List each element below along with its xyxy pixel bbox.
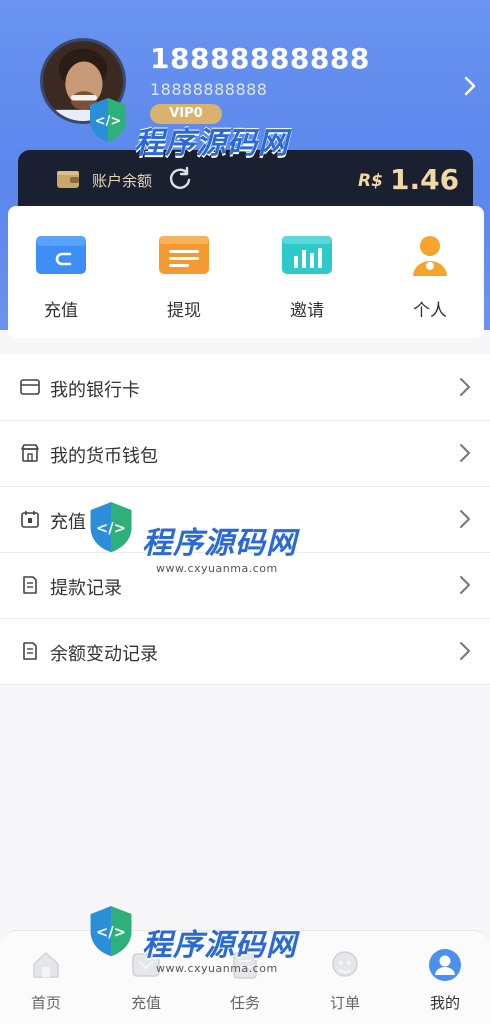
menu-item-currency-wallet[interactable]: 我的货币钱包	[0, 421, 490, 487]
withdraw-icon	[159, 236, 209, 274]
menu-item-recharge[interactable]: 充值	[0, 487, 490, 553]
wallet-icon	[57, 171, 79, 188]
quick-action-label: 个人	[413, 301, 447, 321]
avatar[interactable]	[40, 38, 126, 124]
settings-menu: 我的银行卡 我的货币钱包 充值 提款记录 余额变动记录	[0, 355, 490, 685]
invite-icon	[282, 236, 332, 274]
quick-action-label: 充值	[44, 301, 78, 321]
profile-phone-secondary: 18888888888	[150, 80, 268, 99]
task-icon	[233, 952, 257, 979]
menu-item-withdraw-records[interactable]: 提款记录	[0, 553, 490, 619]
order-icon	[332, 951, 358, 977]
tab-label: 我的	[429, 994, 460, 1012]
chevron-right-icon	[460, 642, 470, 660]
bank-card-icon	[20, 379, 40, 395]
person-icon	[413, 236, 447, 276]
quick-action-withdraw[interactable]: 提现	[134, 232, 234, 332]
menu-item-label: 余额变动记录	[50, 644, 158, 665]
quick-action-label: 提现	[167, 301, 201, 321]
quick-action-personal[interactable]: 个人	[380, 232, 480, 332]
recharge-card-icon	[36, 236, 86, 274]
profile-icon	[429, 949, 461, 981]
balance-label: 账户余额	[92, 172, 153, 190]
store-wallet-icon	[21, 444, 39, 462]
menu-item-label: 我的货币钱包	[50, 446, 158, 467]
balance-currency: R$	[358, 171, 383, 191]
chevron-right-icon	[460, 444, 470, 462]
menu-item-label: 充值	[50, 512, 86, 533]
quick-action-recharge[interactable]: 充值	[11, 232, 111, 332]
vip-badge: VIP0	[150, 104, 222, 124]
tab-label: 首页	[30, 994, 61, 1012]
tab-label: 任务	[229, 994, 260, 1012]
profile-phone: 18888888888	[150, 42, 370, 75]
chevron-right-icon	[460, 378, 470, 396]
menu-item-label: 提款记录	[50, 578, 122, 599]
chevron-right-icon	[460, 510, 470, 528]
calendar-icon	[21, 511, 39, 528]
quick-action-invite[interactable]: 邀请	[257, 232, 357, 332]
menu-item-label: 我的银行卡	[50, 380, 140, 401]
avatar-photo	[43, 41, 123, 121]
menu-item-balance-history[interactable]: 余额变动记录	[0, 619, 490, 685]
tab-order[interactable]: 订单	[310, 948, 380, 1013]
chevron-right-icon[interactable]	[458, 74, 482, 98]
quick-action-label: 邀请	[290, 301, 324, 321]
recharge-icon	[132, 953, 160, 977]
tab-home[interactable]: 首页	[11, 948, 81, 1013]
home-icon	[33, 952, 59, 978]
chevron-right-icon	[460, 576, 470, 594]
document-icon	[23, 576, 37, 594]
balance-amount: 1.46	[390, 163, 460, 196]
tab-recharge[interactable]: 充值	[111, 948, 181, 1013]
document-icon	[23, 642, 37, 660]
refresh-icon[interactable]	[167, 166, 193, 192]
menu-item-bank-card[interactable]: 我的银行卡	[0, 355, 490, 421]
tab-mine[interactable]: 我的	[410, 948, 480, 1013]
tab-task[interactable]: 任务	[210, 948, 280, 1013]
tab-label: 订单	[329, 994, 360, 1012]
tab-label: 充值	[130, 994, 161, 1012]
